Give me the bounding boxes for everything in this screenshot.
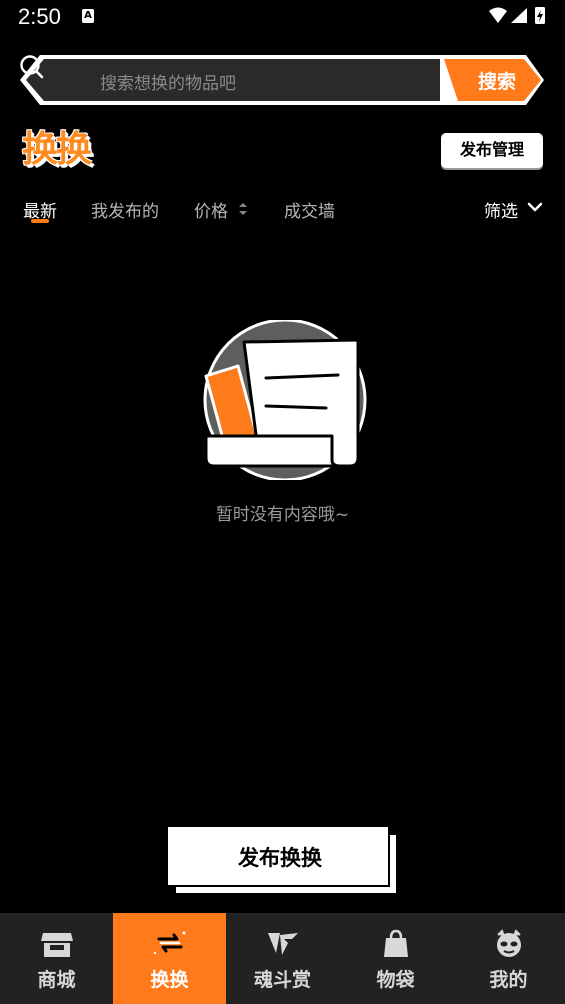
search-icon xyxy=(20,55,44,79)
nav-item-shop[interactable]: 商城 xyxy=(0,913,113,1004)
nav-label-bag: 物袋 xyxy=(376,969,415,991)
tab-deal-wall[interactable]: 成交墙 xyxy=(284,197,335,222)
wifi-icon xyxy=(489,7,507,23)
prize-icon xyxy=(268,933,298,955)
status-time: 2:50 xyxy=(18,4,61,29)
bag-icon xyxy=(384,929,408,957)
nav-label-profile: 我的 xyxy=(489,969,528,991)
sort-icon[interactable] xyxy=(238,201,248,217)
tab-my-posts[interactable]: 我发布的 xyxy=(91,197,159,222)
empty-document-icon xyxy=(203,320,367,480)
publish-button-label: 发布换换 xyxy=(238,846,322,870)
active-tab-indicator xyxy=(31,219,49,223)
publish-button-face: 发布换换 xyxy=(166,825,390,887)
nav-item-prize[interactable]: 魂斗赏 xyxy=(226,913,339,1004)
nav-item-profile[interactable]: 我的 xyxy=(452,913,565,1004)
status-bar: 2:50 A xyxy=(0,0,565,36)
publish-manage-label: 发布管理 xyxy=(459,140,524,159)
profile-icon xyxy=(497,929,521,957)
publish-manage-button[interactable]: 发布管理 xyxy=(441,133,543,168)
logo-text: 换换 xyxy=(22,129,92,170)
publish-exchange-button[interactable]: 发布换换 xyxy=(166,825,400,897)
status-icons xyxy=(489,7,545,24)
search-bar[interactable]: 搜索想换的物品吧 搜索 xyxy=(18,53,546,107)
signal-icon xyxy=(511,8,527,23)
nav-item-exchange[interactable]: 换换 xyxy=(113,913,226,1004)
tab-price[interactable]: 价格 xyxy=(194,197,228,222)
search-input[interactable]: 搜索想换的物品吧 xyxy=(100,69,236,94)
nav-label-prize: 魂斗赏 xyxy=(253,969,311,991)
app-logo: 换换 xyxy=(22,128,102,174)
exchange-icon xyxy=(153,931,186,955)
filter-button[interactable]: 筛选 xyxy=(484,197,518,222)
empty-state-message: 暂时没有内容哦~ xyxy=(215,505,350,525)
shop-icon xyxy=(41,933,73,957)
nav-label-exchange: 换换 xyxy=(150,969,189,991)
search-button-label: 搜索 xyxy=(478,71,517,93)
search-button[interactable]: 搜索 xyxy=(442,53,546,107)
notification-icon: A xyxy=(82,9,94,23)
nav-item-bag[interactable]: 物袋 xyxy=(339,913,452,1004)
bottom-navigation: 商城 换换 魂斗赏 物袋 我的 xyxy=(0,913,565,1004)
nav-label-shop: 商城 xyxy=(37,969,76,991)
chevron-down-icon[interactable] xyxy=(526,198,544,216)
